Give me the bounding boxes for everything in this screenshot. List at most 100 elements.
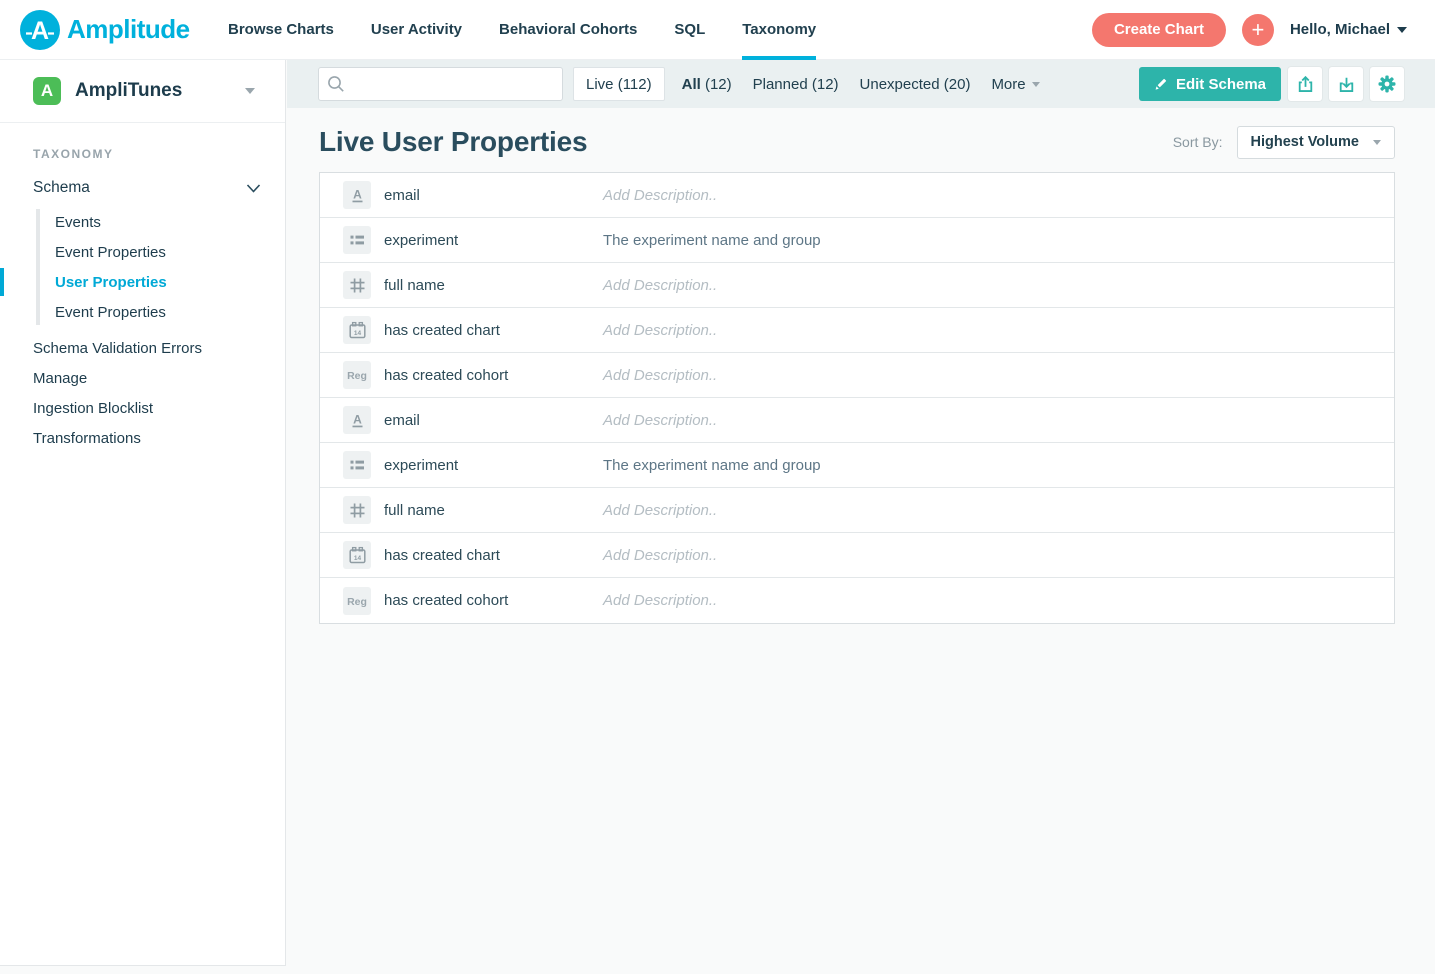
sidebar-item-events[interactable]: Events: [0, 207, 285, 237]
property-description[interactable]: Add Description..: [603, 187, 717, 204]
svg-text:A: A: [31, 17, 49, 45]
property-row-has-created-cohort[interactable]: Reg has created cohortAdd Description..: [320, 578, 1394, 623]
property-name: experiment: [384, 457, 603, 474]
sidebar-item-label: Events: [55, 214, 101, 231]
upload-icon: [1296, 75, 1315, 94]
schema-tree: Events Event Properties User Properties Eve…: [0, 203, 285, 333]
tab-unexpected[interactable]: Unexpected (20): [860, 76, 971, 93]
property-description[interactable]: Add Description..: [603, 592, 717, 609]
list-type-icon: [343, 451, 371, 479]
create-chart-button[interactable]: Create Chart: [1092, 13, 1226, 47]
tab-count: (12): [701, 76, 732, 93]
property-name: experiment: [384, 232, 603, 249]
settings-button[interactable]: [1370, 67, 1404, 101]
svg-text:A: A: [353, 412, 362, 426]
tab-all[interactable]: All (12): [682, 76, 732, 93]
add-button[interactable]: +: [1242, 14, 1274, 46]
tab-live[interactable]: Live (112): [573, 67, 665, 101]
gear-icon: [1377, 74, 1397, 94]
property-description[interactable]: Add Description..: [603, 322, 717, 339]
property-description[interactable]: Add Description..: [603, 367, 717, 384]
tab-label: Planned: [753, 76, 808, 93]
nav-item-taxonomy[interactable]: Taxonomy: [742, 0, 816, 60]
import-button[interactable]: [1329, 67, 1363, 101]
property-name: has created chart: [384, 322, 603, 339]
property-description[interactable]: Add Description..: [603, 502, 717, 519]
chevron-down-icon: [1032, 82, 1040, 87]
property-row-has-created-chart[interactable]: 14has created chartAdd Description..: [320, 533, 1394, 578]
sort-by: Sort By: Highest Volume: [1173, 126, 1395, 159]
sidebar-item-schema-validation-errors[interactable]: Schema Validation Errors: [0, 333, 285, 363]
more-label: More: [991, 76, 1025, 93]
reg-type-icon: Reg: [343, 587, 371, 615]
export-button[interactable]: [1288, 67, 1322, 101]
search-input[interactable]: [318, 67, 563, 101]
toolbar-actions: Edit Schema: [1139, 67, 1435, 101]
reg-type-icon: Reg: [343, 361, 371, 389]
sidebar-item-label: User Properties: [55, 274, 167, 291]
property-name: full name: [384, 502, 603, 519]
edit-schema-label: Edit Schema: [1176, 76, 1266, 93]
text-type-icon: A: [343, 406, 371, 434]
list-type-icon: [343, 226, 371, 254]
main-content: Live (112) All (12)Planned (12)Unexpecte…: [287, 60, 1435, 974]
property-row-email[interactable]: AemailAdd Description..: [320, 173, 1394, 218]
brand-wordmark: Amplitude: [67, 14, 190, 45]
search-icon: [327, 75, 345, 93]
amplitude-logo-icon: A: [20, 10, 60, 50]
property-description[interactable]: Add Description..: [603, 547, 717, 564]
sort-by-select[interactable]: Highest Volume: [1237, 126, 1396, 159]
svg-text:A: A: [353, 187, 362, 201]
header-actions: Create Chart + Hello, Michael: [1092, 13, 1435, 47]
property-description[interactable]: Add Description..: [603, 277, 717, 294]
svg-text:Reg: Reg: [347, 370, 367, 382]
nav-item-user-activity[interactable]: User Activity: [371, 0, 462, 60]
org-avatar: A: [33, 77, 61, 105]
property-row-full-name[interactable]: full nameAdd Description..: [320, 263, 1394, 308]
property-name: has created cohort: [384, 592, 603, 609]
property-row-has-created-chart[interactable]: 14has created chartAdd Description..: [320, 308, 1394, 353]
tab-live-count: (112): [618, 76, 652, 93]
property-row-full-name[interactable]: full nameAdd Description..: [320, 488, 1394, 533]
property-name: email: [384, 187, 603, 204]
tab-planned[interactable]: Planned (12): [753, 76, 839, 93]
svg-text:Reg: Reg: [347, 596, 367, 608]
amplitude-logo[interactable]: A Amplitude: [0, 10, 228, 50]
property-row-experiment[interactable]: experimentThe experiment name and group: [320, 218, 1394, 263]
sidebar-item-manage[interactable]: Manage: [0, 363, 285, 393]
title-row: Live User Properties Sort By: Highest Vo…: [319, 122, 1395, 162]
tab-count: (12): [808, 76, 839, 93]
property-description[interactable]: The experiment name and group: [603, 232, 821, 249]
property-description[interactable]: The experiment name and group: [603, 457, 821, 474]
tab-more[interactable]: More: [991, 76, 1039, 93]
nav-item-sql[interactable]: SQL: [674, 0, 705, 60]
property-description[interactable]: Add Description..: [603, 412, 717, 429]
user-properties-table: AemailAdd Description..experimentThe exp…: [319, 172, 1395, 624]
tab-count: (20): [940, 76, 971, 93]
sidebar-item-ingestion-blocklist[interactable]: Ingestion Blocklist: [0, 393, 285, 423]
user-menu[interactable]: Hello, Michael: [1290, 21, 1407, 38]
nav-item-browse-charts[interactable]: Browse Charts: [228, 0, 334, 60]
sidebar-item-label: Event Properties: [55, 304, 166, 321]
sidebar-item-event-properties[interactable]: Event Properties: [0, 297, 285, 327]
sidebar-item-user-properties[interactable]: User Properties: [0, 267, 285, 297]
nav-item-behavioral-cohorts[interactable]: Behavioral Cohorts: [499, 0, 637, 60]
property-row-experiment[interactable]: experimentThe experiment name and group: [320, 443, 1394, 488]
sidebar-item-transformations[interactable]: Transformations: [0, 423, 285, 453]
org-name: AmpliTunes: [75, 80, 245, 102]
edit-schema-button[interactable]: Edit Schema: [1139, 67, 1281, 101]
tab-live-label: Live: [586, 76, 614, 93]
property-name: has created cohort: [384, 367, 603, 384]
sidebar-item-schema[interactable]: Schema: [33, 179, 261, 197]
tab-label: All: [682, 76, 701, 93]
text-type-icon: A: [343, 181, 371, 209]
org-switcher[interactable]: A AmpliTunes: [0, 60, 285, 123]
property-row-email[interactable]: AemailAdd Description..: [320, 398, 1394, 443]
sidebar-item-event-properties[interactable]: Event Properties: [0, 237, 285, 267]
active-indicator: [0, 268, 4, 296]
schema-label: Schema: [33, 179, 90, 197]
property-row-has-created-cohort[interactable]: Reg has created cohortAdd Description..: [320, 353, 1394, 398]
page-title: Live User Properties: [319, 126, 587, 158]
toolbar: Live (112) All (12)Planned (12)Unexpecte…: [287, 60, 1435, 108]
tab-label: Unexpected: [860, 76, 940, 93]
